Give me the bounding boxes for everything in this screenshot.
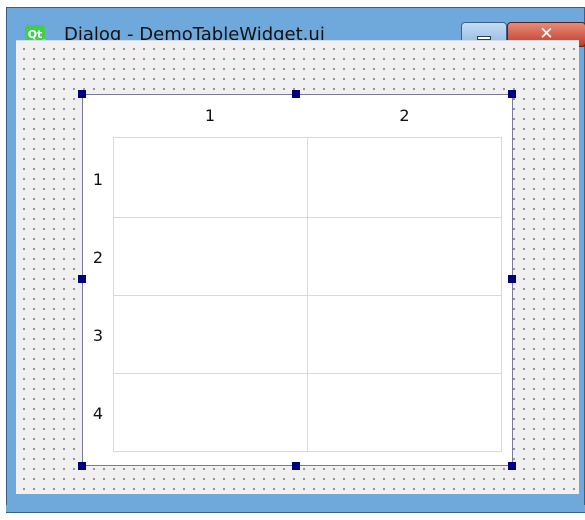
table-cell-r2-c1[interactable] [113,218,308,296]
table-widget[interactable]: 1 2 1 2 3 4 [82,94,513,466]
column-header-1[interactable]: 1 [113,95,307,132]
resize-handle-right[interactable] [508,275,516,283]
row-header-2[interactable]: 2 [83,248,113,267]
table-corner [83,95,113,132]
row-header-3[interactable]: 3 [83,326,113,345]
table-cell-r3-c2[interactable] [308,296,502,374]
resize-handle-bottom[interactable] [292,462,300,470]
resize-handle-top[interactable] [292,90,300,98]
table-cell-r4-c1[interactable] [113,374,308,452]
resize-handle-bottom-left[interactable] [78,462,86,470]
table-cell-r4-c2[interactable] [308,374,502,452]
row-header-4[interactable]: 4 [83,404,113,423]
table-cell-r3-c1[interactable] [113,296,308,374]
column-header-2[interactable]: 2 [307,95,502,132]
table-cell-r1-c1[interactable] [113,137,308,218]
resize-handle-top-right[interactable] [508,90,516,98]
table-cell-r2-c2[interactable] [308,218,502,296]
resize-handle-top-left[interactable] [78,90,86,98]
table-cell-r1-c2[interactable] [308,137,502,218]
resize-handle-left[interactable] [78,275,86,283]
resize-handle-bottom-right[interactable] [508,462,516,470]
row-header-1[interactable]: 1 [83,170,113,189]
window-bottom-border [6,505,585,513]
